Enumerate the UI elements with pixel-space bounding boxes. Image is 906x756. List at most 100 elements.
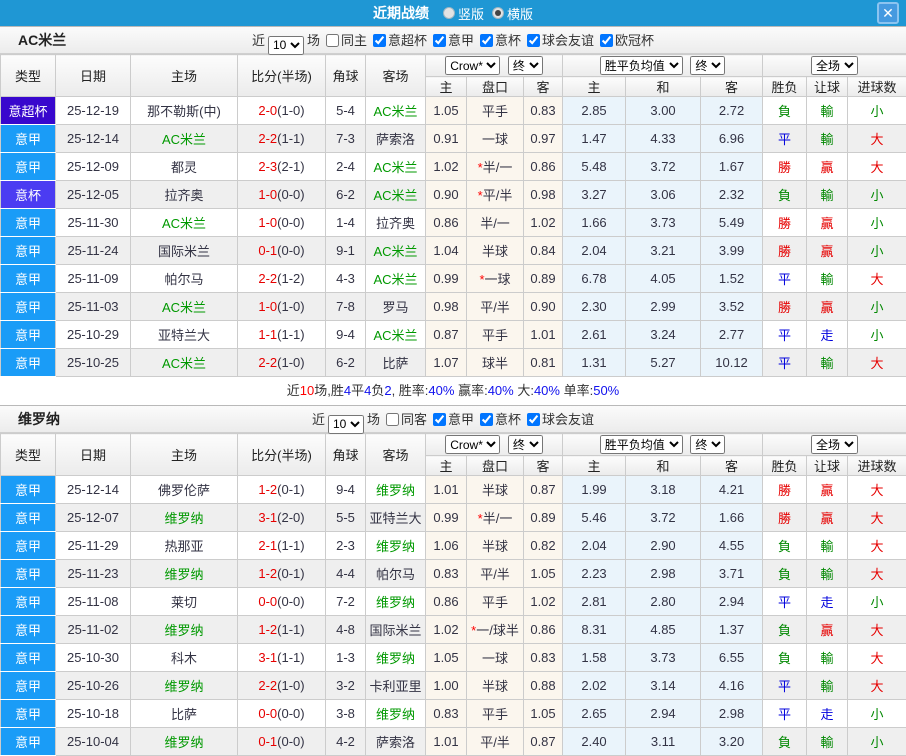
avg-away-odds: 5.49 [701,209,763,237]
league-badge: 意甲 [1,237,56,265]
away-team: 亚特兰大 [366,504,426,532]
bookmaker-select[interactable]: Crow* [445,435,500,454]
full-match-select[interactable]: 全场 [811,435,858,454]
away-odds: 0.86 [524,616,563,644]
result-handicap: 輸 [807,532,848,560]
avg-home-odds: 2.23 [563,560,626,588]
summary-segment: 场,胜 [314,383,344,398]
result-goals: 小 [848,293,906,321]
summary-segment: 赢率: [454,383,487,398]
away-odds: 1.05 [524,700,563,728]
close-icon[interactable]: ✕ [877,2,899,24]
avg-draw-odds: 4.85 [626,616,701,644]
league-checkbox[interactable] [600,34,613,47]
vertical-layout-label[interactable]: 竖版 [458,4,484,23]
away-team: AC米兰 [366,97,426,125]
result-handicap: 贏 [807,504,848,532]
match-date: 25-10-30 [56,644,131,672]
match-row: 意甲25-10-26维罗纳2-2(1-0)3-2卡利亚里1.00半球0.882.… [1,672,906,700]
league-badge: 意甲 [1,700,56,728]
same-venue-label: 同主 [341,33,367,48]
home-odds: 1.07 [426,349,467,377]
result-handicap: 走 [807,588,848,616]
result-goals: 大 [848,349,906,377]
home-team: 维罗纳 [131,504,238,532]
result-wdl: 勝 [763,476,807,504]
result-handicap: 輸 [807,181,848,209]
home-odds: 1.00 [426,672,467,700]
avg-home-odds: 2.02 [563,672,626,700]
match-score: 1-0(0-0) [238,181,326,209]
home-team: 都灵 [131,153,238,181]
match-row: 意甲25-12-07维罗纳3-1(2-0)5-5亚特兰大0.99*半/一0.89… [1,504,906,532]
match-score: 1-2(0-1) [238,476,326,504]
same-venue-label: 同客 [401,412,427,427]
away-team: 维罗纳 [366,476,426,504]
avg-draw-odds: 4.33 [626,125,701,153]
vertical-layout-radio[interactable] [443,7,455,19]
home-odds: 0.83 [426,560,467,588]
match-date: 25-12-05 [56,181,131,209]
match-score: 2-3(2-1) [238,153,326,181]
handicap-line: *一球 [467,265,524,293]
avg-select[interactable]: 胜平负均值 [600,435,683,454]
horizontal-layout-radio[interactable] [492,7,504,19]
summary-segment: 大: [514,383,534,398]
league-checkbox[interactable] [527,34,540,47]
avg-select[interactable]: 胜平负均值 [600,56,683,75]
bookmaker-select[interactable]: Crow* [445,56,500,75]
league-badge: 意甲 [1,293,56,321]
league-checkbox[interactable] [373,34,386,47]
same-venue-checkbox[interactable] [386,413,399,426]
avg-home-odds: 1.47 [563,125,626,153]
match-row: 意甲25-11-08莱切0-0(0-0)7-2维罗纳0.86平手1.022.81… [1,588,906,616]
final-select[interactable]: 终 [508,56,543,75]
corner-score: 4-3 [326,265,366,293]
result-handicap: 輸 [807,560,848,588]
final-select[interactable]: 终 [508,435,543,454]
col-avg-draw: 和 [626,77,701,97]
same-venue-checkbox[interactable] [326,34,339,47]
home-odds: 0.90 [426,181,467,209]
horizontal-layout-label[interactable]: 横版 [507,4,533,23]
away-team: 维罗纳 [366,644,426,672]
corner-score: 3-8 [326,700,366,728]
away-team: 维罗纳 [366,588,426,616]
filter-controls: 近10场同客意甲意杯球会友谊 [311,406,595,434]
bookmaker-header: Crow* 终 [426,434,563,456]
handicap-line: *平/半 [467,181,524,209]
avg-home-odds: 2.65 [563,700,626,728]
full-match-select[interactable]: 全场 [811,56,858,75]
avg-away-odds: 1.66 [701,504,763,532]
result-handicap: 輸 [807,265,848,293]
corner-score: 1-3 [326,644,366,672]
handicap-line: 平手 [467,321,524,349]
away-team: 维罗纳 [366,532,426,560]
final-select-2[interactable]: 终 [690,56,725,75]
col-away: 客场 [366,55,426,97]
match-count-select[interactable]: 10 [328,415,364,434]
home-team: AC米兰 [131,125,238,153]
match-count-select[interactable]: 10 [268,36,304,55]
popup-window: 近期战绩 竖版 横版 ✕ AC米兰 近10场同主意超杯意甲意杯球会友谊欧冠杯 类… [0,0,906,756]
final-select-2[interactable]: 终 [690,435,725,454]
match-row: 意甲25-11-24国际米兰0-1(0-0)9-1AC米兰1.04半球0.842… [1,237,906,265]
match-score: 0-1(0-0) [238,728,326,756]
league-checkbox[interactable] [433,413,446,426]
avg-away-odds: 6.96 [701,125,763,153]
col-corner: 角球 [326,434,366,476]
league-checkbox[interactable] [527,413,540,426]
match-date: 25-11-30 [56,209,131,237]
away-team: 拉齐奥 [366,209,426,237]
result-wdl: 平 [763,672,807,700]
avg-away-odds: 2.32 [701,181,763,209]
result-wdl: 勝 [763,153,807,181]
match-score: 1-2(0-1) [238,560,326,588]
away-team: 罗马 [366,293,426,321]
league-checkbox[interactable] [433,34,446,47]
handicap-line: *一/球半 [467,616,524,644]
league-checkbox[interactable] [480,413,493,426]
league-checkbox[interactable] [480,34,493,47]
result-goals: 大 [848,532,906,560]
col-home-odds: 主 [426,77,467,97]
